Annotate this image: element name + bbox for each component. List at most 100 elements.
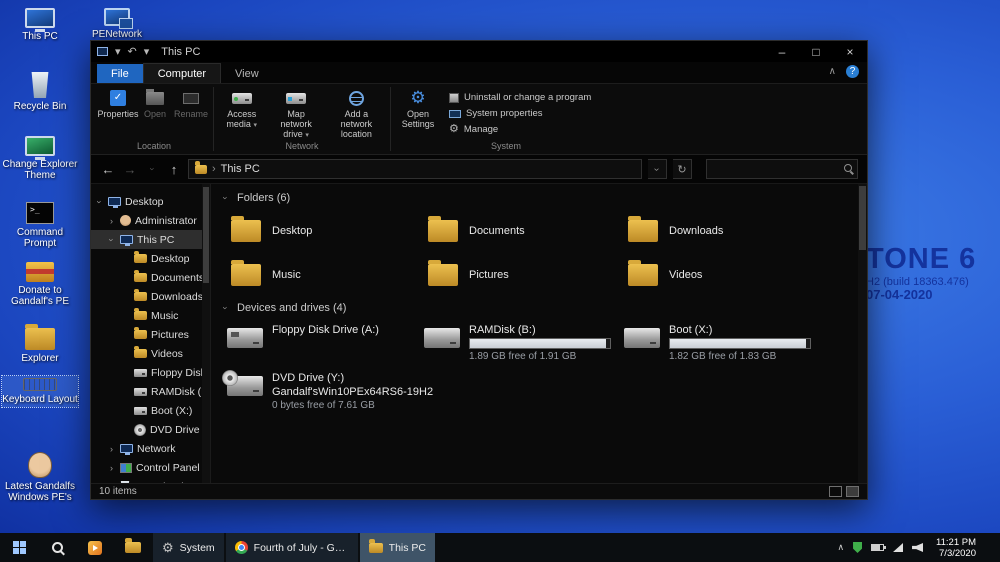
qat-customize-icon[interactable]: ▾ [144,45,150,58]
taskbar-search-button[interactable] [38,533,76,562]
maximize-button[interactable]: □ [799,41,833,62]
nav-item-documents[interactable]: Documents [91,268,210,287]
nav-item-boot[interactable]: Boot (X:) [91,401,210,420]
search-input[interactable] [707,160,857,178]
nav-item-administrator[interactable]: › Administrator [91,211,210,230]
desktop-icon-recycle-bin[interactable]: Recycle Bin [2,70,78,114]
system-group-label: System [490,141,521,151]
folder-item-videos[interactable]: Videos [616,256,808,294]
nav-item-network[interactable]: › Network [91,439,210,458]
drive-item-dvd[interactable]: DVD Drive (Y:) Gandalf'sWin10PEx64RS6-19… [219,370,433,413]
task-system[interactable]: ⚙ System [153,533,224,562]
nav-item-this-pc[interactable]: › This PC [91,230,210,249]
properties-button[interactable]: ✓ Properties [97,87,139,141]
up-icon[interactable]: ↑ [166,162,182,177]
access-media-button[interactable]: Access media ▾ [217,87,266,141]
security-shield-icon[interactable] [853,542,863,553]
desktop-icon-explorer[interactable]: Explorer [2,324,78,366]
nav-item-control-panel[interactable]: › Control Panel [91,458,210,477]
taskbar-explorer-button[interactable] [114,533,152,562]
nav-item-desktop[interactable]: Desktop [91,249,210,268]
collapse-ribbon-icon[interactable]: ∧ [829,66,836,77]
refresh-button[interactable]: ↻ [673,159,692,179]
desktop-icon-this-pc[interactable]: This PC [2,6,78,44]
expanded-chevron-icon[interactable]: › [95,197,105,207]
folder-item-desktop[interactable]: Desktop [219,212,411,250]
tab-view[interactable]: View [221,64,273,83]
address-bar: ← → › ↑ › This PC › ↻ [91,155,867,184]
open-button[interactable]: Open [140,87,170,141]
nav-item-desktop-root[interactable]: › Desktop [91,192,210,211]
start-button[interactable] [0,533,38,562]
tab-computer[interactable]: Computer [142,63,222,83]
folder-item-music[interactable]: Music [219,256,411,294]
address-dropdown-button[interactable]: › [648,159,667,179]
sidebar-scrollbar[interactable] [202,184,210,483]
drive-item-ramdisk[interactable]: RAMDisk (B:) 1.89 GB free of 1.91 GB [416,322,611,364]
nav-item-pictures[interactable]: Pictures [91,325,210,344]
qat-dropdown-icon[interactable]: ▾ [115,45,121,58]
section-chevron-icon: › [220,196,231,200]
section-header-folders[interactable]: › Folders (6) [220,192,291,204]
files-scrollbar[interactable] [858,184,867,483]
volume-icon[interactable] [912,543,924,552]
battery-icon[interactable] [871,544,887,551]
folder-item-documents[interactable]: Documents [416,212,608,250]
collapsed-chevron-icon[interactable]: › [107,463,116,473]
back-icon[interactable]: ← [100,162,116,177]
forward-icon[interactable]: → [122,162,138,177]
explorer-folder-icon [25,324,55,350]
rename-button[interactable]: Rename [172,87,210,141]
folder-name: Music [272,269,301,281]
undo-icon[interactable]: ↶ [128,45,137,58]
tray-expand-icon[interactable]: ∧ [837,542,844,553]
collapsed-chevron-icon[interactable]: › [107,444,116,454]
task-this-pc[interactable]: This PC [359,533,436,562]
nav-item-ramdisk[interactable]: RAMDisk (B:) [91,382,210,401]
section-header-devices[interactable]: › Devices and drives (4) [221,302,347,314]
nav-label: This PC [137,233,175,246]
network-signal-icon[interactable] [893,543,904,552]
nav-item-music[interactable]: Music [91,306,210,325]
task-browser[interactable]: Fourth of July - Go... [225,533,358,562]
desktop-icon-keyboard-layout[interactable]: Keyboard Layout [1,375,79,408]
tab-file[interactable]: File [97,64,143,83]
desktop-icon-latest-pes[interactable]: Latest Gandalfs Windows PE's [2,450,78,505]
nav-item-videos[interactable]: Videos [91,344,210,363]
details-view-icon[interactable] [829,486,842,497]
thumbnails-view-icon[interactable] [846,486,859,497]
recent-locations-icon[interactable]: › [144,164,160,174]
files-scroll-thumb[interactable] [859,186,866,250]
minimize-button[interactable]: – [765,41,799,62]
desktop-icon-command-prompt[interactable]: >_ Command Prompt [2,200,78,251]
uninstall-program-button[interactable]: Uninstall or change a program [444,90,596,105]
collapsed-chevron-icon[interactable]: › [107,216,116,226]
search-box[interactable] [706,159,858,179]
taskbar-clock[interactable]: 11:21 PM 7/3/2020 [932,537,980,559]
taskbar-media-button[interactable] [76,533,114,562]
nav-item-downloads[interactable]: Downloads [91,287,210,306]
address-box[interactable]: › This PC [188,159,642,179]
breadcrumb-path[interactable]: This PC [221,163,260,175]
folder-item-downloads[interactable]: Downloads [616,212,808,250]
drive-item-boot[interactable]: Boot (X:) 1.82 GB free of 1.83 GB [616,322,811,364]
add-network-location-button[interactable]: Add a network location [326,87,387,141]
drive-item-floppy[interactable]: Floppy Disk Drive (A:) [219,322,379,350]
app-window-icon[interactable] [97,47,108,56]
open-settings-button[interactable]: ⚙ Open Settings [394,87,442,141]
system-properties-button[interactable]: System properties [444,106,596,121]
help-icon[interactable]: ? [846,65,859,78]
folder-name: Downloads [669,225,724,237]
ribbon-group-location: ✓ Properties Open Rename Location [95,84,213,154]
folder-item-pictures[interactable]: Pictures [416,256,608,294]
map-network-drive-button[interactable]: Map network drive ▾ [268,87,323,141]
expanded-chevron-icon[interactable]: › [107,235,117,245]
nav-item-floppy[interactable]: Floppy Disk Dri [91,363,210,382]
desktop-icon-penetwork[interactable]: PENetwork [86,6,148,42]
desktop-icon-donate[interactable]: Donate to Gandalf's PE [2,260,78,309]
close-button[interactable]: × [833,41,867,62]
nav-item-dvd[interactable]: DVD Drive (Y:) [91,420,210,439]
desktop-icon-change-theme[interactable]: Change Explorer Theme [2,134,78,183]
sidebar-scroll-thumb[interactable] [203,187,209,283]
manage-button[interactable]: ⚙ Manage [444,122,596,137]
